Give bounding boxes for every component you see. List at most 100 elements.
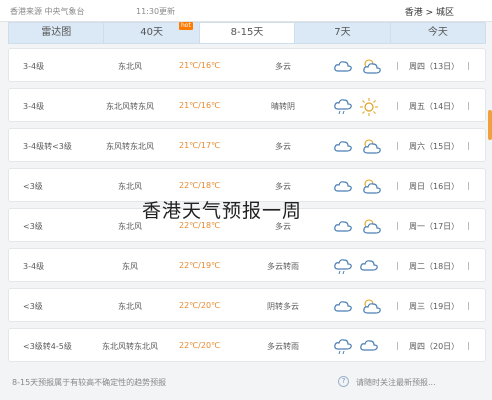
weather-condition: 多云转雨 [267,262,299,271]
weather-icon-night [333,178,353,196]
forecast-date: 周五（14日） [409,102,460,111]
sun-icon [360,98,378,116]
wind-level: <3级 [23,302,43,311]
separator: | [467,301,470,310]
top-bar: 香港来源 中央气象台 11:30更新 香港 > 城区 [0,0,492,22]
wind-direction: 东北风 [118,182,142,191]
wind-direction: 东北风 [118,62,142,71]
weather-condition: 多云 [275,142,291,151]
separator: | [396,261,399,270]
forecast-row[interactable]: 3-4级 东风 22℃/19℃ 多云转雨 | 周二（18日） | [8,248,486,282]
separator: | [396,141,399,150]
separator: | [396,61,399,70]
forecast-row[interactable]: <3级转4-5级 东北风转东北风 22℃/20℃ 多云转雨 | 周四（20日） | [8,328,486,362]
forecast-date: 周一（17日） [409,222,460,231]
separator: | [467,141,470,150]
partly-cloudy-icon [363,59,381,74]
forecast-row[interactable]: 3-4级 东北风 21℃/16℃ 多云 | 周四（13日） | [8,48,486,82]
update-time: 11:30更新 [136,7,176,16]
weather-icon-night [333,98,353,118]
cloud-icon [334,221,352,232]
hot-badge: hot [178,22,193,30]
wind-direction: 东北风转东北风 [102,342,158,351]
wind-level: 3-4级转<3级 [23,142,72,151]
weather-icon-day [359,97,379,119]
temperature-range: 22℃/20℃ [179,301,221,310]
breadcrumb[interactable]: 香港 > 城区 [405,5,454,18]
weather-icon-day [359,177,383,197]
footer-note: 8-15天预报属于有较高不确定性的趋势预报 [12,378,167,387]
forecast-tabs: 雷达图 40天 hot 8-15天 7天 今天 [8,22,486,44]
separator: | [396,301,399,310]
tab-8-15-days[interactable]: 8-15天 [199,23,296,43]
separator: | [467,221,470,230]
separator: | [396,341,399,350]
separator: | [396,181,399,190]
temperature-range: 22℃/20℃ [179,341,221,350]
forecast-date: 周六（15日） [409,142,460,151]
forecast-date: 周四（20日） [409,342,460,351]
forecast-date: 周二（18日） [409,262,460,271]
wind-level: <3级 [23,222,43,231]
separator: | [467,261,470,270]
partly-cloudy-icon [363,179,381,194]
cloud-icon [334,181,352,192]
rain-icon [334,339,352,355]
weather-icon-night [333,138,353,156]
wind-level: 3-4级 [23,62,45,71]
overlay-title: 香港天气预报一周 [142,200,303,222]
update-source: 香港来源 中央气象台 [10,7,85,16]
separator: | [467,61,470,70]
partly-cloudy-icon [363,299,381,314]
tab-today[interactable]: 今天 [391,23,485,43]
temperature-range: 21℃/17℃ [179,141,221,150]
weather-icon-night [333,258,353,278]
tab-40-days[interactable]: 40天 hot [104,22,200,43]
wind-direction: 东北风 [118,302,142,311]
wind-level: 3-4级 [23,102,45,111]
temperature-range: 21℃/16℃ [179,101,221,110]
cloud-icon [334,301,352,312]
wind-level: <3级 [23,182,43,191]
tab-radar[interactable]: 雷达图 [9,23,105,43]
weather-icon-night [333,218,353,236]
separator: | [467,181,470,190]
wind-level: 3-4级 [23,262,45,271]
cloud-icon [334,141,352,152]
rain-icon [334,99,352,115]
cloud-icon [334,61,352,72]
tab-7-days[interactable]: 7天 [295,23,391,43]
weather-icon-day [359,337,379,355]
rain-icon [334,259,352,275]
temperature-range: 22℃/19℃ [179,261,221,270]
scroll-handle[interactable] [488,110,492,140]
forecast-date: 周四（13日） [409,62,460,71]
forecast-date: 周日（16日） [409,182,460,191]
weather-condition: 多云转雨 [267,342,299,351]
cloud-icon [360,340,378,351]
footer-note-secondary: 请随时关注最新预报... [356,378,436,387]
tab-40-days-label: 40天 [140,27,163,38]
weather-condition: 多云 [275,182,291,191]
info-icon[interactable]: ? [338,376,349,387]
weather-icon-night [333,338,353,358]
separator: | [467,101,470,110]
temperature-range: 22℃/18℃ [179,181,221,190]
forecast-row[interactable]: <3级 东北风 22℃/20℃ 阴转多云 | 周三（19日） | [8,288,486,322]
separator: | [396,101,399,110]
wind-direction: 东风 [122,262,138,271]
weather-icon-day [359,137,383,157]
weather-icon-day [359,217,383,237]
weather-condition: 晴转阴 [271,102,295,111]
wind-level: <3级转4-5级 [23,342,72,351]
wind-direction: 东风转东北风 [106,142,154,151]
wind-direction: 东北风转东风 [106,102,154,111]
forecast-row[interactable]: 3-4级转<3级 东风转东北风 21℃/17℃ 多云 | 周六（15日） | [8,128,486,162]
forecast-row[interactable]: 3-4级 东北风转东风 21℃/16℃ 晴转阴 | 周五（14日） | [8,88,486,122]
weather-icon-night [333,298,353,316]
separator: | [396,221,399,230]
weather-condition: 阴转多云 [267,302,299,311]
weather-icon-day [359,297,383,317]
weather-icon-day [359,57,383,77]
weather-icon-day [359,257,379,275]
